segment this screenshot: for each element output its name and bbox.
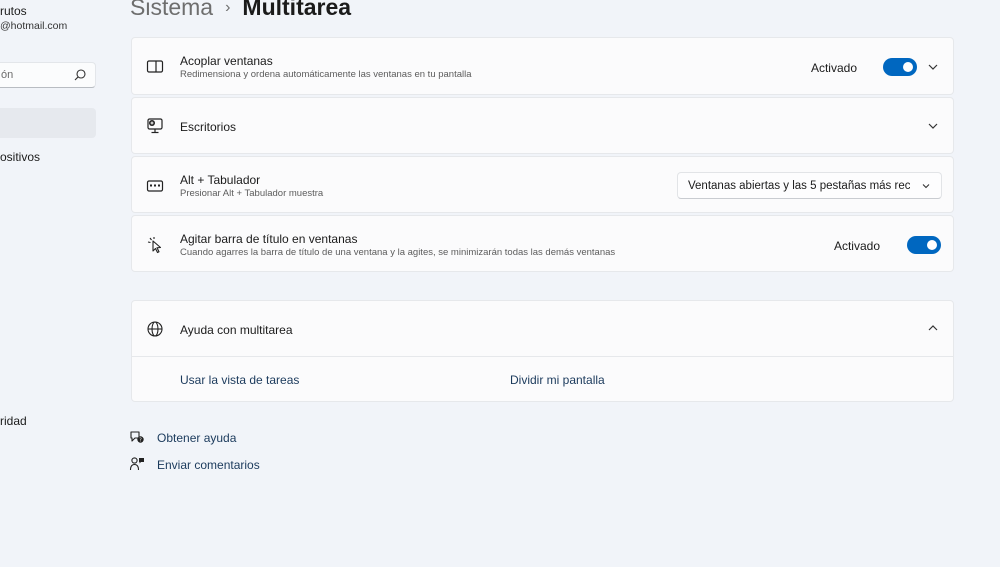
sidebar-item-devices[interactable]: ositivos [0,150,40,164]
get-help-link[interactable]: Obtener ayuda [157,431,236,445]
virtual-desktop-icon [147,118,163,134]
user-email: @hotmail.com [0,20,68,32]
help-link-task-view[interactable]: Usar la vista de tareas [180,373,299,387]
alt-tab-description: Presionar Alt + Tabulador muestra [180,188,324,199]
globe-icon [147,321,163,337]
divider [132,356,953,357]
user-name: rutos [0,4,27,18]
snap-windows-status: Activado [810,61,857,75]
shake-window-toggle[interactable] [907,236,941,254]
desktops-card[interactable]: Escritorios [131,97,954,154]
help-link-split-screen[interactable]: Dividir mi pantalla [510,373,605,387]
get-help-icon: ? [130,431,144,443]
snap-windows-title: Acoplar ventanas [180,54,273,68]
alt-tab-selected-value: Ventanas abiertas y las 5 pestañas más r… [688,180,910,192]
keyboard-key-icon [146,180,164,192]
help-card: Ayuda con multitarea Usar la vista de ta… [131,300,954,402]
chevron-up-icon[interactable] [927,322,939,334]
toggle-knob [903,62,913,72]
chevron-down-icon[interactable] [927,120,939,132]
feedback-icon [129,457,144,471]
chevron-down-icon[interactable] [927,61,939,73]
sidebar-item-security[interactable]: ridad [0,414,27,428]
page-title: Multitarea [242,0,352,20]
toggle-knob [927,240,937,250]
breadcrumb: Sistema › Multitarea [130,0,351,21]
shake-window-card: Agitar barra de título en ventanas Cuand… [131,215,954,272]
feedback-link[interactable]: Enviar comentarios [157,458,260,472]
search-input[interactable]: ón [0,62,96,88]
cursor-shake-icon [147,237,162,254]
alt-tab-dropdown[interactable]: Ventanas abiertas y las 5 pestañas más r… [677,172,942,199]
search-placeholder: ón [1,69,14,81]
snap-windows-card[interactable]: Acoplar ventanas Redimensiona y ordena a… [131,37,954,95]
breadcrumb-separator: › [225,0,231,16]
snap-windows-description: Redimensiona y ordena automáticamente la… [180,69,472,80]
shake-window-status: Activado [833,239,880,253]
desktops-title: Escritorios [180,120,237,134]
snap-windows-toggle[interactable] [883,58,917,76]
shake-window-description: Cuando agarres la barra de título de una… [180,247,616,258]
help-title[interactable]: Ayuda con multitarea [180,323,293,337]
svg-text:?: ? [139,437,142,443]
chevron-down-icon [922,184,930,189]
search-icon[interactable] [73,68,87,82]
alt-tab-title: Alt + Tabulador [180,173,261,187]
alt-tab-card: Alt + Tabulador Presionar Alt + Tabulado… [131,156,954,213]
snap-layout-icon [146,60,164,73]
sidebar-item-selected[interactable] [0,108,96,138]
breadcrumb-parent[interactable]: Sistema [130,0,213,20]
shake-window-title: Agitar barra de título en ventanas [180,232,358,246]
